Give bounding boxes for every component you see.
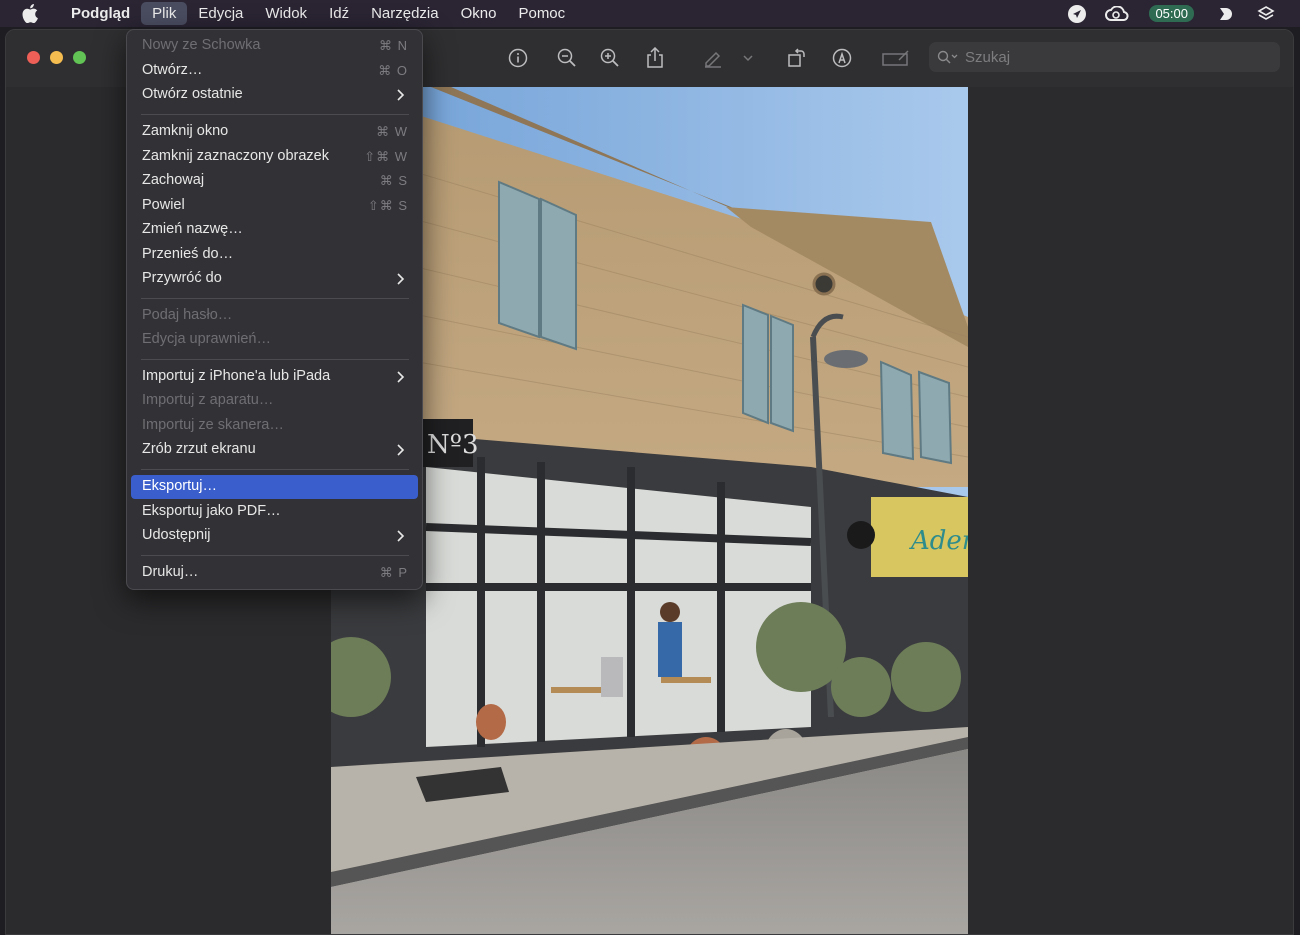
menu-item-label: Importuj z iPhone'a lub iPada	[142, 368, 331, 384]
close-window-button[interactable]	[27, 51, 40, 64]
chevron-right-icon	[397, 89, 405, 101]
menu-item-label: Podaj hasło…	[142, 307, 233, 323]
menu-item-export[interactable]: Eksportuj…	[131, 475, 418, 499]
menu-separator	[141, 359, 409, 360]
menu-item-label: Otwórz ostatnie	[142, 86, 243, 102]
menu-item-label: Importuj ze skanera…	[142, 417, 284, 433]
zoom-window-button[interactable]	[73, 51, 86, 64]
shortcut-label: ⇧⌘ S	[367, 198, 408, 213]
chevron-down-icon[interactable]	[738, 44, 758, 72]
search-input[interactable]	[963, 47, 1267, 67]
street-photo: Adem Nº3	[331, 87, 968, 934]
menu-narzedzia[interactable]: Narzędzia	[360, 2, 450, 25]
timer-badge[interactable]: 05:00	[1149, 5, 1194, 22]
menu-item-label: Zachowaj	[142, 172, 205, 188]
menu-idz[interactable]: Idź	[318, 2, 360, 25]
search-icon	[937, 50, 959, 64]
search-field[interactable]	[929, 42, 1280, 72]
menu-plik[interactable]: Plik	[141, 2, 188, 25]
menu-item-import-scanner[interactable]: Importuj ze skanera…	[131, 414, 418, 438]
chevron-right-icon	[397, 273, 405, 285]
menu-item-revert-to[interactable]: Przywróć do	[131, 267, 418, 291]
zoom-out-icon[interactable]	[553, 44, 581, 72]
menu-item-label: Zrób zrzut ekranu	[142, 441, 256, 457]
menu-separator	[141, 114, 409, 115]
menu-widok[interactable]: Widok	[254, 2, 318, 25]
menu-item-label: Udostępnij	[142, 527, 211, 543]
menu-item-label: Powiel	[142, 197, 185, 213]
chevron-right-icon	[397, 371, 405, 383]
markup-pen-icon[interactable]	[699, 44, 727, 72]
status-area: 05:00	[1057, 0, 1286, 27]
menu-item-label: Edycja uprawnień…	[142, 331, 271, 347]
menu-item-import-camera[interactable]: Importuj z aparatu…	[131, 389, 418, 413]
menu-item-new-from-clipboard[interactable]: Nowy ze Schowka ⌘ N	[131, 34, 418, 58]
shortcut-label: ⇧⌘ W	[364, 149, 408, 164]
menu-item-close-window[interactable]: Zamknij okno ⌘ W	[131, 120, 418, 144]
menu-item-label: Importuj z aparatu…	[142, 392, 274, 408]
annotate-icon[interactable]	[879, 44, 913, 72]
menu-item-label: Przywróć do	[142, 270, 222, 286]
menu-item-close-selected-image[interactable]: Zamknij zaznaczony obrazek ⇧⌘ W	[131, 145, 418, 169]
menu-item-label: Drukuj…	[142, 564, 199, 580]
menu-item-enter-password[interactable]: Podaj hasło…	[131, 304, 418, 328]
menu-item-label: Eksportuj jako PDF…	[142, 503, 281, 519]
menu-separator	[141, 469, 409, 470]
menu-bar: Podgląd Plik Edycja Widok Idź Narzędzia …	[0, 0, 1300, 27]
share-icon[interactable]	[641, 44, 669, 72]
apple-logo-icon[interactable]	[22, 4, 40, 24]
menu-item-move-to[interactable]: Przenieś do…	[131, 243, 418, 267]
menu-podglad[interactable]: Podgląd	[60, 2, 141, 25]
menu-pomoc[interactable]: Pomoc	[507, 2, 576, 25]
menu-separator	[141, 555, 409, 556]
chevron-right-icon	[397, 530, 405, 542]
markup-icon[interactable]	[828, 44, 856, 72]
menu-okno[interactable]: Okno	[450, 2, 508, 25]
menu-separator	[141, 298, 409, 299]
menu-item-label: Eksportuj…	[142, 478, 217, 494]
menu-item-label: Otwórz…	[142, 62, 203, 78]
menu-item-save[interactable]: Zachowaj ⌘ S	[131, 169, 418, 193]
creative-cloud-icon[interactable]	[1097, 0, 1137, 27]
menu-item-open[interactable]: Otwórz… ⌘ O	[131, 59, 418, 83]
menu-item-rename[interactable]: Zmień nazwę…	[131, 218, 418, 242]
sign-no3: Nº3	[427, 430, 479, 460]
rotate-icon[interactable]	[782, 44, 810, 72]
menu-item-import-iphone-ipad[interactable]: Importuj z iPhone'a lub iPada	[131, 365, 418, 389]
menu-item-label: Nowy ze Schowka	[142, 37, 261, 53]
arc-browser-icon[interactable]	[1206, 0, 1246, 27]
shortcut-label: ⌘ S	[379, 173, 408, 188]
location-arrow-icon[interactable]	[1057, 0, 1097, 27]
shortcut-label: ⌘ O	[378, 63, 408, 78]
menu-edycja[interactable]: Edycja	[187, 2, 254, 25]
layers-icon[interactable]	[1246, 0, 1286, 27]
menu-item-label: Zamknij zaznaczony obrazek	[142, 148, 329, 164]
minimize-window-button[interactable]	[50, 51, 63, 64]
shortcut-label: ⌘ N	[379, 38, 408, 53]
menu-item-share[interactable]: Udostępnij	[131, 524, 418, 548]
sign-adem: Adem	[909, 526, 968, 556]
info-icon[interactable]	[504, 44, 532, 72]
menu-item-label: Przenieś do…	[142, 246, 234, 262]
menu-item-edit-permissions[interactable]: Edycja uprawnień…	[131, 328, 418, 352]
shortcut-label: ⌘ W	[376, 124, 408, 139]
menu-item-take-screenshot[interactable]: Zrób zrzut ekranu	[131, 438, 418, 462]
menu-item-label: Zamknij okno	[142, 123, 229, 139]
menu-item-print[interactable]: Drukuj… ⌘ P	[131, 561, 418, 585]
chevron-right-icon	[397, 444, 405, 456]
menu-item-duplicate[interactable]: Powiel ⇧⌘ S	[131, 194, 418, 218]
menu-item-open-recent[interactable]: Otwórz ostatnie	[131, 83, 418, 107]
file-menu: Nowy ze Schowka ⌘ N Otwórz… ⌘ O Otwórz o…	[126, 29, 423, 590]
shortcut-label: ⌘ P	[379, 565, 408, 580]
zoom-in-icon[interactable]	[596, 44, 624, 72]
menu-item-label: Zmień nazwę…	[142, 221, 243, 237]
menu-item-export-pdf[interactable]: Eksportuj jako PDF…	[131, 500, 418, 524]
